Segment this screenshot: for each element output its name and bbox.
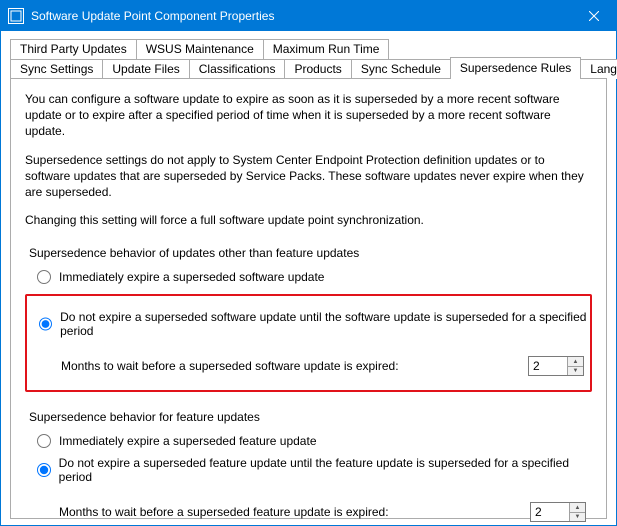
- radio-wait-expire-software[interactable]: Do not expire a superseded software upda…: [39, 310, 588, 338]
- tab-update-files[interactable]: Update Files: [102, 59, 189, 79]
- description-text-2: Supersedence settings do not apply to Sy…: [25, 152, 592, 201]
- tab-products[interactable]: Products: [284, 59, 351, 79]
- tab-supersedence-rules[interactable]: Supersedence Rules: [450, 57, 581, 79]
- radio-immediate-expire-software[interactable]: Immediately expire a superseded software…: [37, 270, 592, 284]
- radio-immediate-expire-feature[interactable]: Immediately expire a superseded feature …: [37, 434, 592, 448]
- tab-classifications[interactable]: Classifications: [189, 59, 286, 79]
- months-input-software[interactable]: [529, 357, 567, 375]
- radio-label-immediate-software: Immediately expire a superseded software…: [59, 270, 324, 284]
- group-label-non-feature: Supersedence behavior of updates other t…: [29, 246, 592, 260]
- radio-label-immediate-feature: Immediately expire a superseded feature …: [59, 434, 317, 448]
- tab-third-party-updates[interactable]: Third Party Updates: [10, 39, 137, 59]
- tab-languages[interactable]: Languages: [580, 59, 617, 79]
- months-wait-label-feature: Months to wait before a superseded featu…: [59, 505, 389, 519]
- description-text-3: Changing this setting will force a full …: [25, 212, 592, 228]
- tab-wsus-maintenance[interactable]: WSUS Maintenance: [136, 39, 264, 59]
- close-button[interactable]: [571, 1, 616, 31]
- group-label-feature: Supersedence behavior for feature update…: [29, 410, 592, 424]
- window-icon: [7, 7, 25, 25]
- radio-label-wait-software: Do not expire a superseded software upda…: [60, 310, 588, 338]
- spinner-up-icon[interactable]: ▲: [568, 357, 583, 367]
- description-text-1: You can configure a software update to e…: [25, 91, 592, 140]
- months-wait-label-software: Months to wait before a superseded softw…: [61, 359, 399, 373]
- tab-sync-settings[interactable]: Sync Settings: [10, 59, 103, 79]
- radio-label-wait-feature: Do not expire a superseded feature updat…: [59, 456, 592, 484]
- dialog-window: Software Update Point Component Properti…: [0, 0, 617, 526]
- spinner-up-icon[interactable]: ▲: [570, 503, 585, 513]
- tab-control: Third Party Updates WSUS Maintenance Max…: [10, 39, 607, 519]
- spinner-down-icon[interactable]: ▼: [570, 513, 585, 522]
- tab-page-supersedence-rules: You can configure a software update to e…: [10, 78, 607, 519]
- months-input-feature[interactable]: [531, 503, 569, 521]
- spinner-arrows-software: ▲ ▼: [567, 357, 583, 375]
- spinner-down-icon[interactable]: ▼: [568, 367, 583, 376]
- radio-input-wait-software[interactable]: [39, 317, 52, 331]
- months-wait-row-software: Months to wait before a superseded softw…: [61, 356, 588, 376]
- months-spinner-software[interactable]: ▲ ▼: [528, 356, 584, 376]
- spinner-arrows-feature: ▲ ▼: [569, 503, 585, 521]
- radio-input-immediate-software[interactable]: [37, 270, 51, 284]
- client-area: Third Party Updates WSUS Maintenance Max…: [1, 31, 616, 525]
- highlighted-selection: Do not expire a superseded software upda…: [25, 294, 592, 392]
- radio-input-wait-feature[interactable]: [37, 463, 51, 477]
- months-spinner-feature[interactable]: ▲ ▼: [530, 502, 586, 522]
- tab-maximum-run-time[interactable]: Maximum Run Time: [263, 39, 390, 59]
- radio-input-immediate-feature[interactable]: [37, 434, 51, 448]
- radio-wait-expire-feature[interactable]: Do not expire a superseded feature updat…: [37, 456, 592, 484]
- tab-sync-schedule[interactable]: Sync Schedule: [351, 59, 451, 79]
- months-wait-row-feature: Months to wait before a superseded featu…: [59, 502, 592, 522]
- tabs-row-back: Third Party Updates WSUS Maintenance Max…: [10, 39, 607, 59]
- tabs-row-front: Sync Settings Update Files Classificatio…: [10, 59, 607, 79]
- titlebar[interactable]: Software Update Point Component Properti…: [1, 1, 616, 31]
- window-title: Software Update Point Component Properti…: [31, 9, 274, 23]
